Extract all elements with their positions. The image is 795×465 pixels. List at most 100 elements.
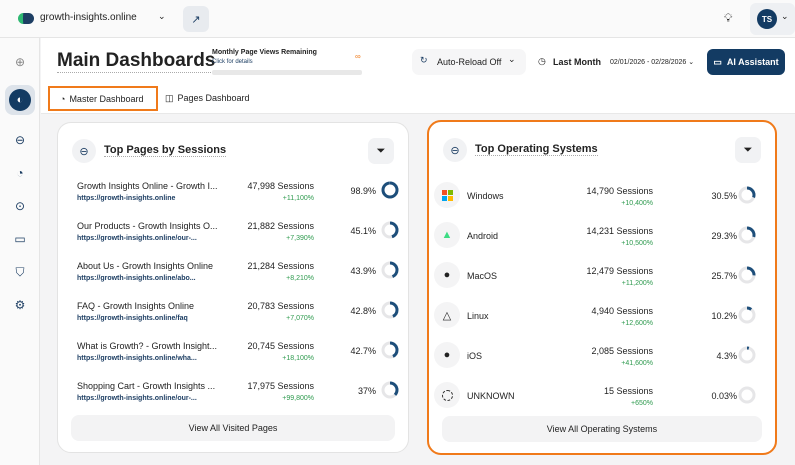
auto-reload-dropdown[interactable]: ↻ Auto-Reload Off ⌄ [412,49,526,75]
percent: 98.9% [350,186,376,196]
percent: 42.8% [350,306,376,316]
share-donut [738,266,756,284]
chevron-down-icon: ⌄ [781,11,789,21]
gear-icon: ⚙ [14,298,26,312]
os-row[interactable]: Windows 14,790 Sessions +10,400% 30.5% [429,182,775,222]
sidebar-item-shop[interactable]: ⊖ [8,128,32,152]
chat-icon: ▭ [713,56,722,67]
os-row[interactable]: ▲ Android 14,231 Sessions +10,500% 29.3% [429,222,775,262]
os-icon: ⊖ [443,138,467,162]
reload-icon: ↻ [420,55,428,65]
page-row[interactable]: FAQ - Growth Insights Online https://gro… [58,301,408,337]
share-donut [381,221,399,239]
view-all-os-button[interactable]: View All Operating Systems [442,416,762,442]
page-row[interactable]: What is Growth? - Growth Insight... http… [58,341,408,377]
sessions: 14,790 Sessions [586,186,653,196]
auto-reload-label: Auto-Reload Off [437,57,502,67]
change: +8,210% [286,275,314,282]
sidebar: ⊕ ◐ ⊖ ◔ ⊙ ▭ ⛉ ⚙ [0,38,40,465]
filter-button[interactable]: ⏷ [368,138,394,164]
date-range-selector[interactable]: 02/01/2026 - 02/28/2026 ⌄ [610,58,694,66]
site-name: growth-insights.online [40,12,137,23]
change: +11,100% [282,195,314,202]
share-donut [381,261,399,279]
android-icon: ▲ [434,222,460,248]
unknown-icon [434,382,460,408]
quota-value: ∞ [355,52,361,61]
os-row[interactable]: ● iOS 2,085 Sessions +41,600% 4.3% [429,342,775,382]
percent: 43.9% [350,266,376,276]
share-donut [381,381,399,399]
filter-icon: ⏷ [376,144,386,157]
page-title: Shopping Cart - Growth Insights ... [77,381,216,391]
avatar: TS [757,9,777,29]
sessions: 17,975 Sessions [247,381,314,391]
clock-icon: ◷ [538,56,546,66]
percent: 45.1% [350,226,376,236]
page-url[interactable]: https://growth-insights.online/faq [77,315,188,322]
page-row[interactable]: Growth Insights Online - Growth I... htt… [58,181,408,217]
page-url[interactable]: https://growth-insights.online/wha... [77,355,197,362]
sidebar-item-analytics[interactable]: ◔ [8,161,32,185]
change: +10,500% [621,240,653,247]
page-title: About Us - Growth Insights Online [77,261,214,271]
sidebar-item-focus[interactable]: ⊙ [8,194,32,218]
date-range: 02/01/2026 - 02/28/2026 [610,59,687,66]
chevron-down-icon: ⌄ [508,54,516,64]
sessions: 12,479 Sessions [586,266,653,276]
os-name: Linux [467,311,489,321]
os-name: iOS [467,351,483,361]
page-title: Our Products - Growth Insights O... [77,221,217,231]
os-name: UNKNOWN [467,391,515,401]
sessions: 4,940 Sessions [591,306,653,316]
card-title: Top Pages by Sessions [104,144,227,157]
pages-icon: ◫ [165,93,174,103]
sidebar-item-dashboards[interactable]: ◐ [5,85,35,115]
page-title: Growth Insights Online - Growth I... [77,181,217,191]
change: +7,070% [286,315,314,322]
page-title: FAQ - Growth Insights Online [77,301,195,311]
dashboard-icon: ◐ [9,89,31,111]
sidebar-item-security[interactable]: ⛉ [8,260,32,284]
sidebar-item-messages[interactable]: ▭ [8,227,32,251]
sidebar-item-settings[interactable]: ⚙ [8,293,32,317]
ai-assistant-button[interactable]: ▭ AI Assistant [707,49,785,75]
user-menu[interactable]: TS ⌄ [750,3,795,35]
lightbulb-icon[interactable]: 💡︎ [724,11,732,26]
share-donut [381,181,399,199]
page-url[interactable]: https://growth-insights.online/our-... [77,235,197,242]
page-row[interactable]: Our Products - Growth Insights O... http… [58,221,408,257]
os-row[interactable]: ● MacOS 12,479 Sessions +11,200% 25.7% [429,262,775,302]
sessions: 2,085 Sessions [591,346,653,356]
percent: 30.5% [711,191,737,201]
page-row[interactable]: Shopping Cart - Growth Insights ... http… [58,381,408,417]
tab-pages-dashboard[interactable]: ◫ Pages Dashboard [165,93,250,104]
page-url[interactable]: https://growth-insights.online/our-... [77,395,197,402]
sessions: 21,284 Sessions [247,261,314,271]
percent: 10.2% [711,311,737,321]
open-site-button[interactable]: ↗ [183,6,209,32]
filter-button[interactable]: ⏷ [735,137,761,163]
bag-icon: ⊖ [14,133,26,147]
tab-master-dashboard[interactable]: ◔ Master Dashboard [48,86,158,111]
quota-details-link[interactable]: Click for details [212,59,253,65]
os-row[interactable]: △ Linux 4,940 Sessions +12,600% 10.2% [429,302,775,342]
percent: 4.3% [716,351,737,361]
page-url[interactable]: https://growth-insights.online/abo... [77,275,196,282]
sessions: 14,231 Sessions [586,226,653,236]
share-donut [738,346,756,364]
page-url[interactable]: https://growth-insights.online [77,195,175,202]
change: +11,200% [621,280,653,287]
period-selector[interactable]: Last Month [553,57,601,67]
sessions: 15 Sessions [603,386,653,396]
tab-label: Master Dashboard [69,93,144,104]
sidebar-item-collapse[interactable]: ⊕ [8,50,32,74]
change: +41,600% [621,360,653,367]
change: +10,400% [621,200,653,207]
page-row[interactable]: About Us - Growth Insights Online https:… [58,261,408,297]
page-title: What is Growth? - Growth Insight... [77,341,217,351]
site-selector[interactable]: growth-insights.online ⌄ [40,11,170,23]
sessions: 20,783 Sessions [247,301,314,311]
view-all-pages-button[interactable]: View All Visited Pages [71,415,395,441]
change: +12,600% [621,320,653,327]
